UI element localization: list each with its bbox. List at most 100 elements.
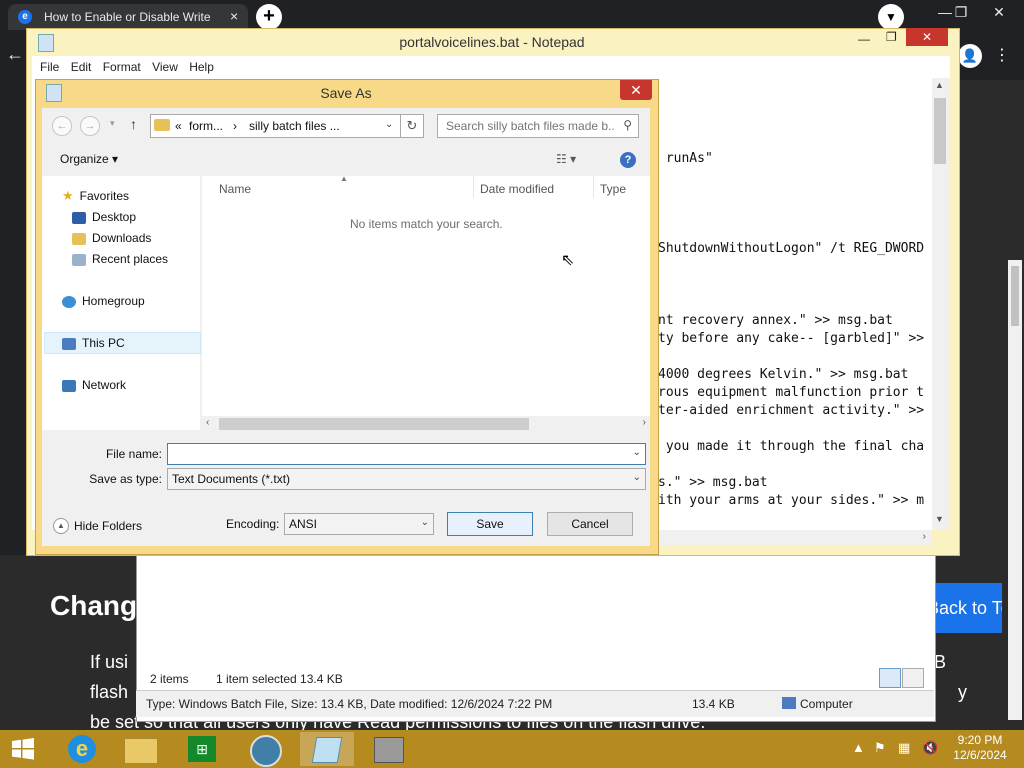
taskbar-archive-app[interactable] [362,732,416,766]
scroll-left-icon[interactable]: ‹ [206,417,209,428]
webpage-scrollbar[interactable] [1008,260,1022,720]
nav-homegroup[interactable]: Homegroup [62,294,145,308]
nav-network[interactable]: Network [62,378,126,392]
scroll-up-icon[interactable]: ▲ [935,80,944,90]
file-list-scrollbar[interactable]: ‹ › [202,416,650,432]
cancel-button[interactable]: Cancel [547,512,633,536]
tab-close-icon[interactable]: × [230,8,238,24]
article-heading: Chang [50,590,138,621]
up-folder-icon[interactable]: ↑ [130,116,137,132]
refresh-button[interactable]: ↻ [400,114,424,138]
volume-muted-icon[interactable]: 🔇 [922,740,938,756]
notepad-maximize-button[interactable]: ❐ [886,30,897,44]
address-bar[interactable]: « form... › silly batch files ... ⌄ [150,114,402,138]
nav-recent-places[interactable]: Recent places [72,252,168,266]
save-type-select[interactable]: Text Documents (*.txt) ⌄ [167,468,646,490]
article-text-line-1: If usi [90,652,129,672]
back-button[interactable]: ← [52,116,72,136]
profile-avatar-icon[interactable]: 👤 [958,44,982,68]
nav-this-pc-label: This PC [82,336,125,350]
organize-button[interactable]: Organize ▾ [60,152,118,166]
file-list-scroll-thumb[interactable] [219,418,529,430]
back-to-top-button[interactable]: Back to Top [935,583,1002,633]
menu-edit[interactable]: Edit [71,56,92,78]
taskbar-file-explorer[interactable] [114,732,168,766]
notepad-vertical-scrollbar[interactable]: ▲ ▼ [932,78,950,530]
notepad-icon [311,737,343,763]
encoding-select[interactable]: ANSI ⌄ [284,513,434,535]
recent-locations-chevron-icon[interactable]: ▾ [110,118,115,129]
notepad-text-line: nt recovery annex." >> msg.bat [658,313,893,328]
start-button[interactable] [8,734,38,764]
notepad-text-line: ShutdownWithoutLogon" /t REG_DWORD [658,241,925,256]
scroll-right-icon[interactable]: › [923,531,926,542]
back-to-top-label: Back to Top [935,598,1002,618]
breadcrumb-folder-2[interactable]: silly batch files ... [249,119,340,133]
column-header-type[interactable]: Type [600,182,626,196]
file-name-dropdown-icon[interactable]: ⌄ [633,447,641,458]
save-type-value: Text Documents (*.txt) [172,472,291,486]
dialog-close-button[interactable]: ✕ [620,80,652,100]
webpage-scroll-thumb[interactable] [1011,266,1019,326]
scroll-down-icon[interactable]: ▼ [935,514,944,524]
hide-folders-icon[interactable]: ▲ [53,518,69,534]
notepad-text-line: rous equipment malfunction prior t [658,385,925,400]
help-icon[interactable]: ? [620,152,636,168]
notepad-scroll-thumb[interactable] [934,98,946,164]
notepad-close-button[interactable]: ✕ [906,28,948,46]
browser-menu-icon[interactable]: ⋮ [994,44,1010,68]
notepad-text-line: runAs" [658,151,713,166]
breadcrumb-overflow[interactable]: « [175,119,182,133]
action-center-flag-icon[interactable]: ⚑ [874,740,886,756]
menu-view[interactable]: View [152,56,178,78]
file-name-field[interactable]: ⌄ [167,443,646,465]
tray-overflow-icon[interactable]: ▲ [852,740,865,755]
save-button[interactable]: Save [447,512,533,536]
encoding-dropdown-icon[interactable]: ⌄ [421,517,429,528]
hide-folders-button[interactable]: Hide Folders [74,519,142,533]
column-divider[interactable] [473,176,474,198]
browser-close-button[interactable]: ✕ [984,4,1014,21]
taskbar-store[interactable]: ⊞ [176,732,230,766]
details-view-icon[interactable] [879,668,901,688]
browser-maximize-button[interactable]: ❐ [946,4,976,21]
notepad-horizontal-scrollbar[interactable]: › [650,530,932,546]
search-input[interactable] [444,118,616,134]
taskbar-internet-explorer[interactable]: e [56,732,110,766]
view-options-icon[interactable]: ☷ ▾ [556,152,576,166]
nav-favorites[interactable]: ★ Favorites [62,188,129,204]
column-header-date[interactable]: Date modified [480,182,554,196]
browser-tab[interactable]: e How to Enable or Disable Write × [8,4,248,30]
network-tray-icon[interactable]: ▦ [898,740,910,756]
nav-this-pc[interactable]: This PC [62,336,125,350]
menu-format[interactable]: Format [103,56,141,78]
network-icon [62,379,76,392]
notepad-minimize-button[interactable]: — [858,32,870,46]
column-header-name[interactable]: Name [219,182,251,196]
address-dropdown-icon[interactable]: ⌄ [385,119,393,130]
breadcrumb-folder-1[interactable]: form... [189,119,223,133]
notepad-text-line: s." >> msg.bat [658,475,768,490]
dialog-title: Save As [320,85,372,101]
taskbar-notepad[interactable] [300,732,354,766]
notepad-title: portalvoicelines.bat - Notepad [399,34,585,50]
save-type-label: Save as type: [89,472,162,486]
scroll-right-icon[interactable]: › [643,417,646,428]
save-type-dropdown-icon[interactable]: ⌄ [633,472,641,483]
forward-button[interactable]: → [80,116,100,136]
tab-search-chevron-icon[interactable]: ▼ [878,4,904,30]
nav-desktop[interactable]: Desktop [72,210,136,224]
back-arrow-icon[interactable]: ← [6,44,24,65]
encoding-label: Encoding: [226,517,280,531]
notepad-text-line: ith your arms at your sides." >> m [658,493,925,508]
taskbar-clock[interactable]: 9:20 PM 12/6/2024 [945,733,1015,763]
nav-downloads[interactable]: Downloads [72,231,151,245]
new-tab-button[interactable]: + [256,4,282,30]
taskbar-browser[interactable] [238,732,292,767]
column-divider[interactable] [593,176,594,198]
search-icon: ⚲ [623,118,632,132]
menu-help[interactable]: Help [189,56,214,78]
large-icons-view-icon[interactable] [902,668,924,688]
search-box[interactable]: ⚲ [437,114,639,138]
menu-file[interactable]: File [40,56,59,78]
